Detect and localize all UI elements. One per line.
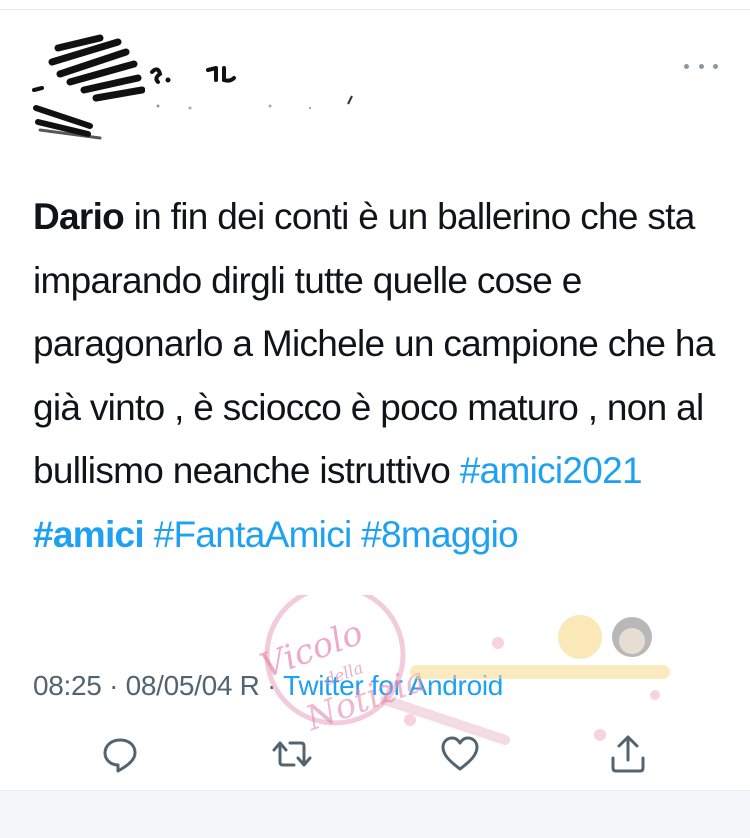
hashtag-amici[interactable]: #amici (33, 514, 145, 555)
retweet-button[interactable] (270, 732, 314, 776)
tweet-card: Dario in fin dei conti è un ballerino ch… (0, 10, 750, 790)
tweet-time: 08:25 (33, 670, 102, 701)
tweet-source-link[interactable]: Twitter for Android (283, 670, 503, 701)
reply-icon (103, 738, 137, 773)
share-icon (611, 735, 645, 773)
hashtag-amici2021[interactable]: #amici2021 (460, 450, 643, 491)
tweet-date: 08/05/04 (125, 670, 233, 701)
redacted-username (150, 66, 353, 110)
mention-name: Dario (33, 196, 125, 237)
share-button[interactable] (606, 732, 650, 776)
hashtag-fantaamici[interactable]: #FantaAmici (154, 514, 353, 555)
reply-button[interactable] (98, 732, 142, 776)
top-divider (0, 0, 750, 10)
tweet-text: in fin dei conti è un ballerino che sta … (33, 196, 715, 491)
tweet-body: Dario in fin dei conti è un ballerino ch… (33, 185, 733, 566)
redacted-avatar (32, 34, 145, 140)
tweet-actions (0, 732, 750, 784)
more-dots-icon (684, 63, 689, 69)
hashtag-8maggio[interactable]: #8maggio (361, 514, 519, 555)
like-button[interactable] (438, 732, 482, 776)
retweet-icon (272, 741, 312, 767)
more-options-button[interactable] (684, 56, 718, 76)
footer-bar (0, 790, 750, 838)
tweet-header (0, 10, 750, 140)
tweet-meta: 08:25 · 08/05/04 R · Twitter for Android (33, 670, 503, 702)
meta-separator: · (109, 670, 119, 701)
heart-icon (441, 736, 479, 771)
date-suffix: R (239, 670, 260, 701)
meta-separator-2: · (267, 670, 277, 701)
